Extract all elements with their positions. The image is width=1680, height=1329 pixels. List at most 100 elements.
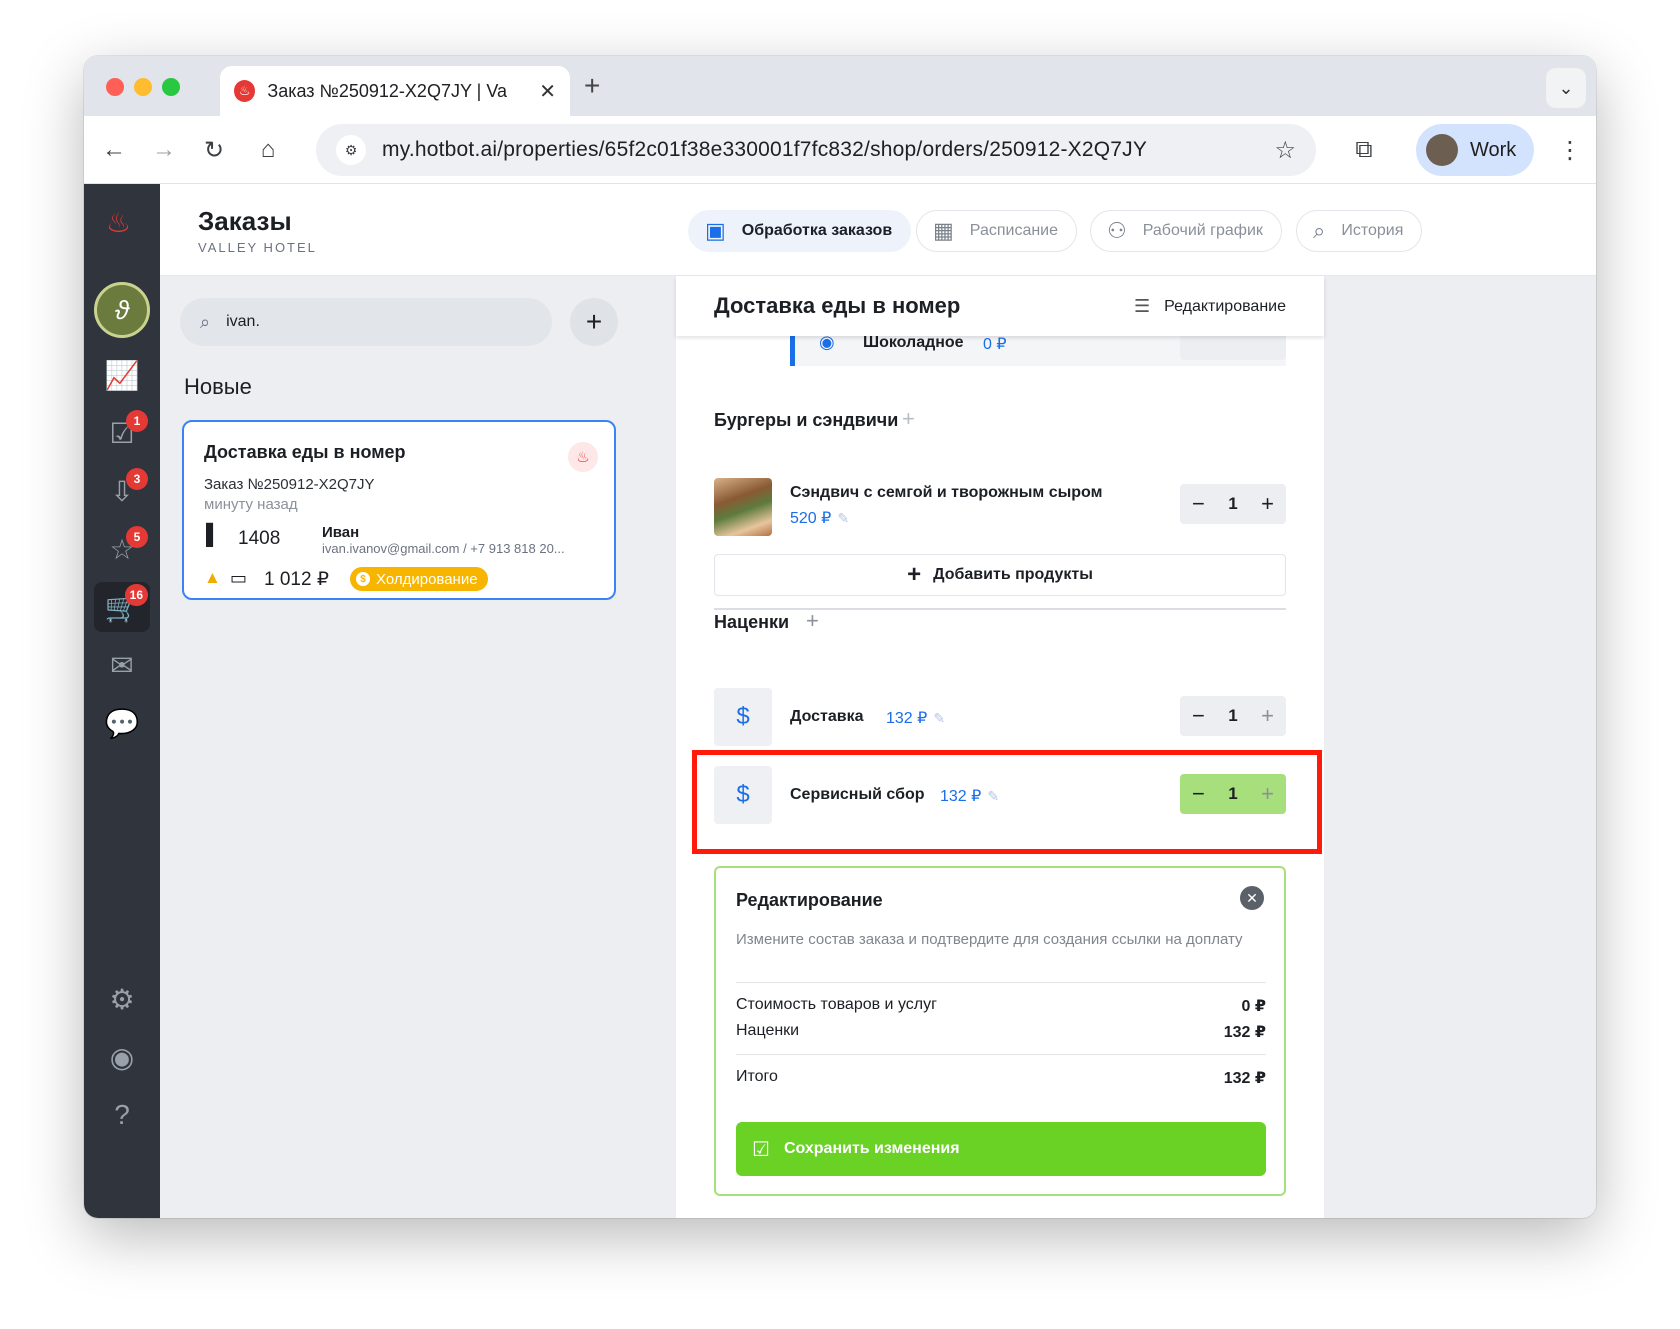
summary-label: Стоимость товаров и услуг [736, 996, 937, 1013]
forward-arrow-icon[interactable]: → [146, 132, 182, 168]
plus-icon: + [907, 561, 922, 588]
shop-badge: 16 [124, 584, 148, 606]
browser-toolbar: ← → ↻ ⌂ ⚙ my.hotbot.ai/properties/65f2c0… [84, 116, 1596, 184]
profile-label: Work [1470, 138, 1517, 161]
order-time: минуту назад [204, 496, 298, 513]
staff-schedule-icon: ⚇ [1107, 218, 1127, 243]
fee-price[interactable]: 132 ₽ ✎ [886, 708, 945, 728]
back-arrow-icon[interactable]: ← [96, 132, 132, 168]
divider [714, 608, 1286, 610]
reviews-badge: 5 [126, 526, 148, 548]
product-name: Сэндвич с семгой и творожным сыром [790, 484, 1103, 501]
dollar-icon: $ [714, 688, 772, 746]
tab-label: Обработка заказов [741, 222, 893, 239]
total-label: Итого [736, 1068, 778, 1085]
tab-title: Заказ №250912-X2Q7JY | Va [267, 80, 507, 101]
order-card[interactable]: Доставка еды в номер ♨ Заказ №250912-X2Q… [182, 420, 616, 600]
inbox-download-icon[interactable]: ⇩ 3 [94, 466, 150, 516]
shop-cart-icon[interactable]: 🛒 16 [94, 582, 150, 632]
add-fee-icon[interactable]: + [806, 608, 819, 634]
add-order-button[interactable]: + [570, 298, 618, 346]
add-to-section-icon[interactable]: + [902, 406, 915, 432]
sidebar-rail: ♨ ϑ 📈 ☑ 1 ⇩ 3 ☆ 5 🛒 16 ✉ 💬 ⚙ ◉ ? [84, 184, 160, 1218]
increment-button[interactable]: + [1261, 703, 1274, 729]
tab-order-processing[interactable]: ▣ Обработка заказов [688, 210, 912, 252]
tab-schedule[interactable]: ▦ Расписание [916, 210, 1078, 252]
editor-title: Доставка еды в номер [714, 293, 961, 318]
section-title-fees: Наценки [714, 612, 790, 632]
order-card-title: Доставка еды в номер [204, 442, 406, 462]
calendar-icon: ▦ [933, 218, 954, 243]
option-price: 0 ₽ [983, 336, 1007, 353]
settings-gear-icon[interactable]: ⚙ [94, 974, 150, 1024]
chat-bubble-icon[interactable]: 💬 [94, 698, 150, 748]
option-name: Шоколадное [863, 334, 964, 351]
door-icon: ▌ [206, 524, 221, 546]
bookmark-star-icon[interactable]: ☆ [1274, 136, 1296, 165]
help-question-icon[interactable]: ? [94, 1090, 150, 1140]
guest-contact: ivan.ivanov@gmail.com / +7 913 818 20... [322, 541, 565, 556]
extensions-puzzle-icon[interactable]: ⧉ [1346, 132, 1382, 168]
browser-window: ♨ Заказ №250912-X2Q7JY | Va ✕ + ⌄ ← → ↻ … [84, 56, 1596, 1218]
add-products-button[interactable]: + Добавить продукты [714, 554, 1286, 596]
tab-search-chevron-icon[interactable]: ⌄ [1546, 68, 1586, 108]
quantity-value: 1 [1228, 706, 1238, 725]
checklist-icon: ☑ [752, 1138, 770, 1161]
edit-summary-box: Редактирование ✕ Измените состав заказа … [714, 866, 1286, 1196]
maximize-window-button[interactable] [162, 78, 180, 96]
app: ♨ ϑ 📈 ☑ 1 ⇩ 3 ☆ 5 🛒 16 ✉ 💬 ⚙ ◉ ? Заказы VALL… [84, 184, 1596, 1218]
reviews-star-icon[interactable]: ☆ 5 [94, 524, 150, 574]
site-settings-icon[interactable]: ⚙ [336, 135, 366, 165]
order-total: 1 012 ₽ [264, 569, 329, 590]
mail-outbox-icon[interactable]: ✉ [94, 640, 150, 690]
save-changes-label: Сохранить изменения [783, 1140, 960, 1157]
save-changes-button[interactable]: ☑ Сохранить изменения [736, 1122, 1266, 1176]
home-icon[interactable]: ⌂ [250, 132, 286, 168]
address-bar[interactable]: ⚙ my.hotbot.ai/properties/65f2c01f38e330… [316, 124, 1316, 176]
search-value: ivan. [226, 313, 260, 330]
property-avatar[interactable]: ϑ [94, 282, 150, 338]
product-price[interactable]: 520 ₽ ✎ [790, 508, 849, 528]
list-search-icon: ⌕ [1313, 218, 1326, 243]
profile-button[interactable]: Work [1416, 124, 1534, 176]
order-search-input[interactable]: ⌕ ivan. [180, 298, 552, 346]
close-icon[interactable]: ✕ [1240, 886, 1264, 910]
summary-value: 132 ₽ [1223, 1024, 1266, 1041]
edit-mode-button[interactable]: ☰ Редактирование [1134, 296, 1286, 317]
tab-work-schedule[interactable]: ⚇ Рабочий график [1090, 210, 1282, 252]
pencil-icon[interactable]: ✎ [933, 710, 945, 726]
user-profile-icon[interactable]: ◉ [94, 1032, 150, 1082]
analytics-chart-icon[interactable]: 📈 [94, 350, 150, 400]
reload-icon[interactable]: ↻ [196, 132, 232, 168]
room-number: 1408 [238, 528, 281, 549]
decrement-button[interactable]: − [1192, 491, 1205, 517]
close-tab-icon[interactable]: ✕ [539, 79, 556, 104]
browser-menu-icon[interactable]: ⋮ [1552, 132, 1588, 168]
total-value: 132 ₽ [1223, 1070, 1266, 1087]
divider [736, 982, 1266, 983]
summary-row: Наценки 132 ₽ [736, 1022, 1266, 1042]
coin-icon: $ [356, 572, 370, 586]
add-products-label: Добавить продукты [933, 566, 1093, 583]
flame-icon: ♨ [568, 442, 598, 472]
pencil-icon[interactable]: ✎ [837, 510, 849, 526]
page-subtitle: VALLEY HOTEL [198, 240, 317, 255]
tasks-check-icon[interactable]: ☑ 1 [94, 408, 150, 458]
page-title: Заказы [198, 206, 292, 236]
section-title-burgers: Бургеры и сэндвичи [714, 410, 899, 430]
fee-name: Доставка [790, 708, 864, 725]
close-window-button[interactable] [106, 78, 124, 96]
fee-price-value: 132 ₽ [886, 710, 928, 727]
new-tab-button[interactable]: + [584, 70, 600, 102]
decrement-button[interactable]: − [1192, 703, 1205, 729]
tab-history[interactable]: ⌕ История [1296, 210, 1423, 252]
url-text[interactable]: my.hotbot.ai/properties/65f2c01f38e33000… [382, 138, 1274, 162]
browser-tab[interactable]: ♨ Заказ №250912-X2Q7JY | Va ✕ [220, 66, 570, 116]
divider [736, 1054, 1266, 1055]
increment-button[interactable]: + [1261, 491, 1274, 517]
quantity-stepper: − 1 + [1180, 484, 1286, 524]
flame-icon: ♨ [234, 80, 256, 102]
edit-box-title: Редактирование [736, 890, 883, 910]
status-label: Холдирование [376, 570, 478, 588]
minimize-window-button[interactable] [134, 78, 152, 96]
